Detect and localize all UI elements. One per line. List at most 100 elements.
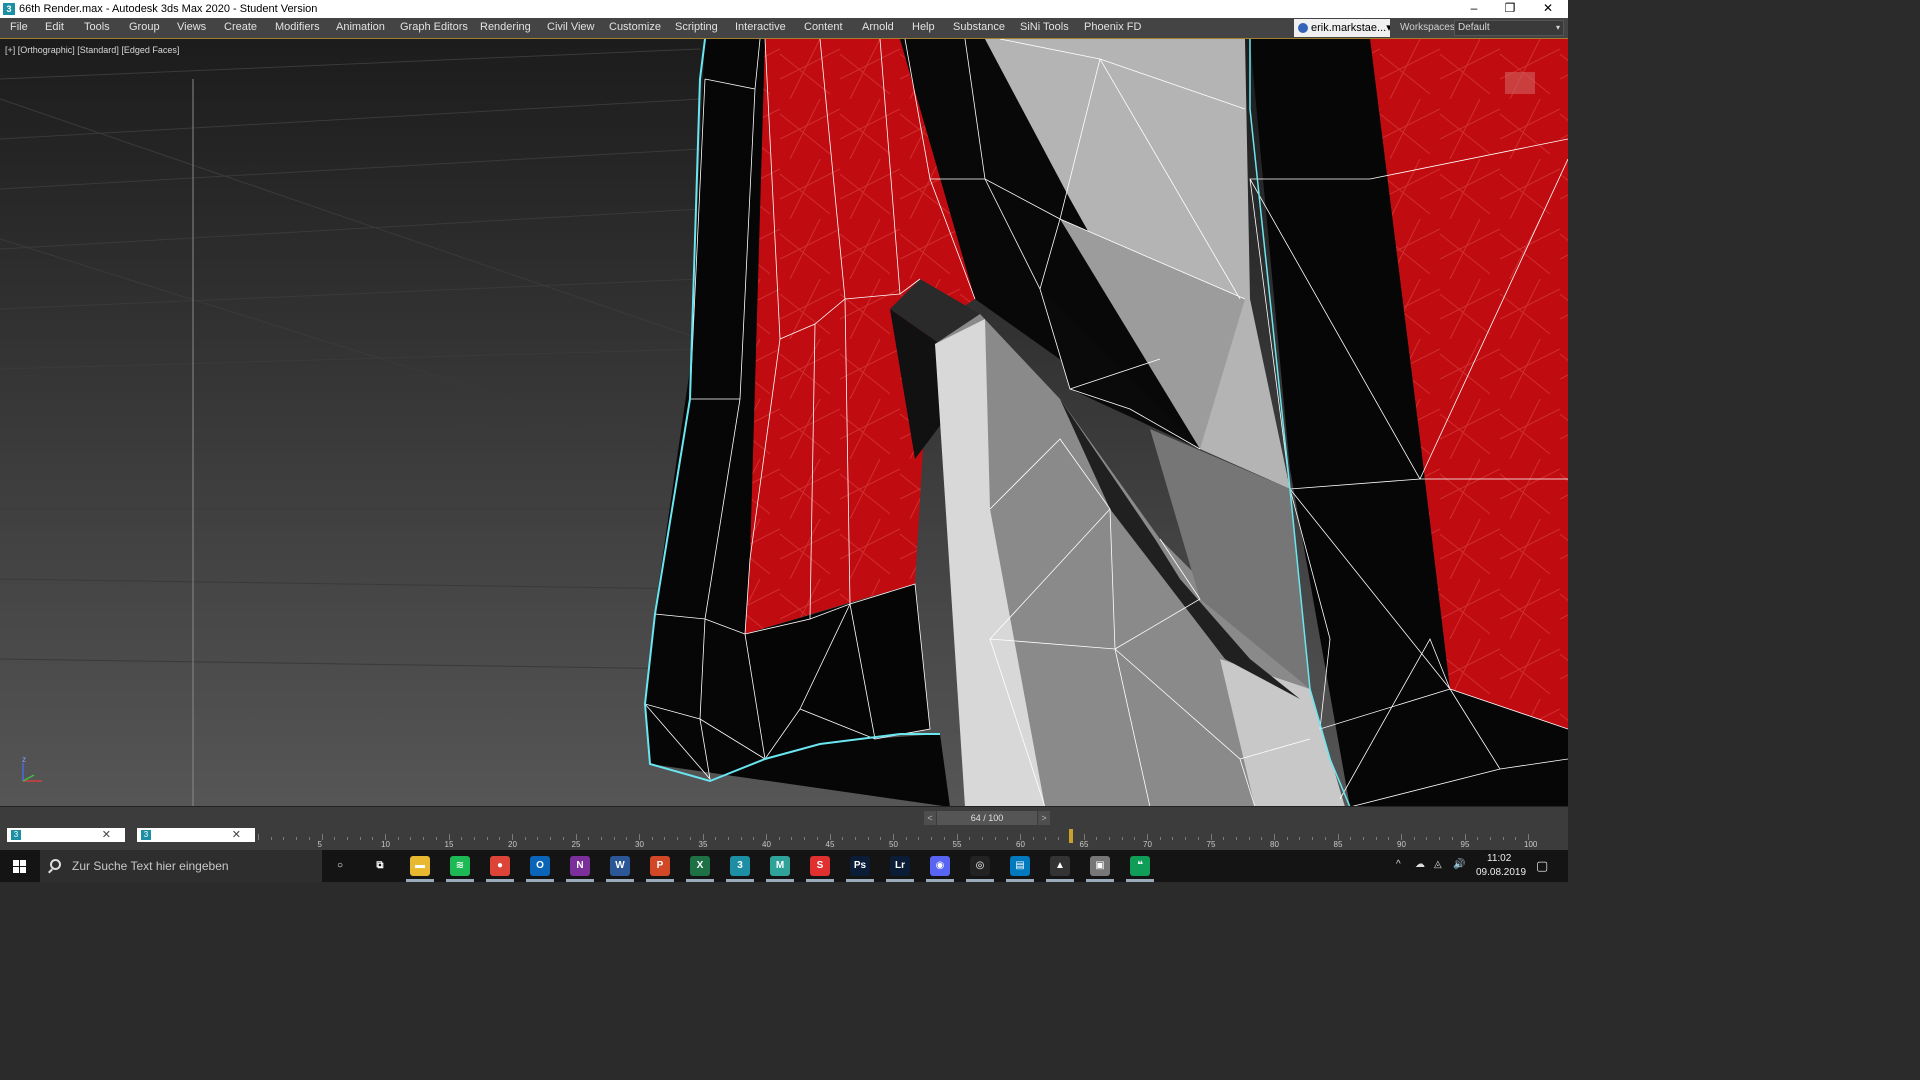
3dsmax-app-icon[interactable]: 3 <box>3 3 15 15</box>
menu-sini-tools[interactable]: SiNi Tools <box>1020 21 1069 33</box>
menu-tools[interactable]: Tools <box>84 21 110 33</box>
menu-civil-view[interactable]: Civil View <box>547 21 594 33</box>
trello-icon[interactable]: ▤ <box>1010 856 1030 876</box>
menu-create[interactable]: Create <box>224 21 257 33</box>
running-indicator <box>606 879 634 882</box>
lightroom-icon[interactable]: Lr <box>890 856 910 876</box>
next-frame-button[interactable]: > <box>1038 811 1050 825</box>
ruler-tick <box>1223 837 1225 840</box>
tray-icon[interactable]: 🔊 <box>1453 859 1465 870</box>
viewcube-icon[interactable] <box>1505 72 1535 94</box>
outlook-icon[interactable]: O <box>530 856 550 876</box>
ruler-tick <box>461 837 463 840</box>
minimized-window-tab[interactable]: 3 ✕ <box>137 828 255 842</box>
running-indicator <box>486 879 514 882</box>
chrome-icon[interactable]: ● <box>490 856 510 876</box>
scene-mesh[interactable] <box>0 39 1568 806</box>
tray-icon[interactable]: ^ <box>1396 859 1401 870</box>
tray-icon[interactable]: ◬ <box>1434 859 1442 870</box>
running-indicator <box>966 879 994 882</box>
ruler-tick <box>778 837 780 840</box>
ruler-tick <box>1261 837 1263 840</box>
time-slider-counter[interactable]: 64 / 100 <box>937 811 1037 825</box>
photos-icon[interactable]: ▲ <box>1050 856 1070 876</box>
user-account-dropdown[interactable]: erik.markstae...▾ <box>1294 19 1390 37</box>
menu-scripting[interactable]: Scripting <box>675 21 718 33</box>
ruler-tick <box>1312 837 1314 840</box>
ruler-label: 95 <box>1460 840 1470 849</box>
running-indicator <box>566 879 594 882</box>
menu-group[interactable]: Group <box>129 21 160 33</box>
onenote-icon[interactable]: N <box>570 856 590 876</box>
task-view-icon[interactable]: ⧉ <box>370 856 390 876</box>
ruler-tick <box>880 837 882 840</box>
start-button[interactable] <box>0 850 40 882</box>
menu-bar: File Edit Tools Group Views Create Modif… <box>0 18 1568 38</box>
running-indicator <box>806 879 834 882</box>
ruler-label: 5 <box>317 840 322 849</box>
discord-icon[interactable]: ◉ <box>930 856 950 876</box>
cortana-icon[interactable]: ○ <box>330 856 350 876</box>
ruler-label: 55 <box>952 840 962 849</box>
menu-animation[interactable]: Animation <box>336 21 385 33</box>
menu-content[interactable]: Content <box>804 21 843 33</box>
ruler-tick <box>562 837 564 840</box>
minimize-button[interactable]: – <box>1458 0 1490 18</box>
running-indicator <box>1046 879 1074 882</box>
ruler-tick <box>943 837 945 840</box>
menu-modifiers[interactable]: Modifiers <box>275 21 320 33</box>
close-icon[interactable]: ✕ <box>102 828 111 842</box>
prev-frame-button[interactable]: < <box>924 811 936 825</box>
ruler-tick <box>931 837 933 840</box>
substance-icon[interactable]: S <box>810 856 830 876</box>
menu-edit[interactable]: Edit <box>45 21 64 33</box>
clock-time[interactable]: 11:02 <box>1487 853 1511 864</box>
ruler-tick <box>1134 837 1136 840</box>
menu-phoenix-fd[interactable]: Phoenix FD <box>1084 21 1141 33</box>
notification-icon[interactable]: ▢ <box>1536 858 1548 874</box>
windows-taskbar: Zur Suche Text hier eingeben ○ ⧉ ▬ ≋ ● O N W P X 3… <box>0 850 1568 882</box>
taskbar-search-input[interactable]: Zur Suche Text hier eingeben <box>40 850 322 882</box>
obs-icon[interactable]: ◎ <box>970 856 990 876</box>
excel-icon[interactable]: X <box>690 856 710 876</box>
menu-graph-editors[interactable]: Graph Editors <box>400 21 468 33</box>
close-icon[interactable]: ✕ <box>232 828 241 842</box>
ruler-tick <box>1502 837 1504 840</box>
menu-interactive[interactable]: Interactive <box>735 21 786 33</box>
menu-substance[interactable]: Substance <box>953 21 1005 33</box>
restore-button[interactable]: ❐ <box>1494 0 1526 18</box>
close-button[interactable]: ✕ <box>1532 0 1564 18</box>
ruler-tick <box>1121 837 1123 840</box>
workspace-select[interactable]: Default ▾ <box>1454 20 1564 36</box>
ruler-tick <box>258 834 259 840</box>
running-indicator <box>406 879 434 882</box>
menu-arnold[interactable]: Arnold <box>862 21 894 33</box>
menu-file[interactable]: File <box>10 21 28 33</box>
clock-date[interactable]: 09.08.2019 <box>1476 867 1526 878</box>
ruler-tick <box>1413 837 1415 840</box>
marvelous-icon[interactable]: M <box>770 856 790 876</box>
ruler-tick <box>1286 837 1288 840</box>
menu-views[interactable]: Views <box>177 21 206 33</box>
file-explorer-icon[interactable]: ▬ <box>410 856 430 876</box>
explorer-2-icon[interactable]: ▣ <box>1090 856 1110 876</box>
tray-icon[interactable]: ☁ <box>1415 859 1425 870</box>
menu-help[interactable]: Help <box>912 21 935 33</box>
playhead[interactable] <box>1068 829 1073 843</box>
hangouts-icon[interactable]: ❝ <box>1130 856 1150 876</box>
ruler-tick <box>1388 837 1390 840</box>
3dsmax-icon[interactable]: 3 <box>730 856 750 876</box>
menu-rendering[interactable]: Rendering <box>480 21 531 33</box>
orthographic-viewport[interactable]: [+] [Orthographic] [Standard] [Edged Fac… <box>0 38 1568 806</box>
minimized-window-tab[interactable]: 3 ✕ <box>7 828 125 842</box>
menu-customize[interactable]: Customize <box>609 21 661 33</box>
viewport-label[interactable]: [+] [Orthographic] [Standard] [Edged Fac… <box>5 45 179 55</box>
ruler-tick <box>359 837 361 840</box>
spotify-icon[interactable]: ≋ <box>450 856 470 876</box>
photoshop-icon[interactable]: Ps <box>850 856 870 876</box>
ruler-tick <box>346 837 348 840</box>
running-indicator <box>1126 879 1154 882</box>
powerpoint-icon[interactable]: P <box>650 856 670 876</box>
frame-ruler[interactable]: 5 10 15 20 25 30 35 40 45 50 55 60 65 70 75 80 85 90 95 100 <box>258 829 1537 849</box>
word-icon[interactable]: W <box>610 856 630 876</box>
